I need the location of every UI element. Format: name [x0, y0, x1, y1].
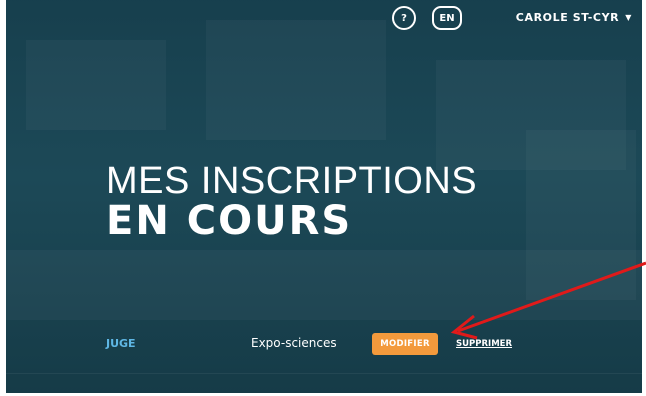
registration-role: JUGE: [106, 337, 136, 350]
help-button[interactable]: ?: [392, 6, 416, 30]
modify-button[interactable]: MODIFIER: [372, 333, 438, 355]
background-shape: [26, 40, 166, 130]
row-divider: [6, 373, 642, 374]
user-menu[interactable]: CAROLE ST-CYR ▼: [516, 11, 632, 24]
user-name: CAROLE ST-CYR: [515, 11, 620, 24]
page-title-line-1: MES INSCRIPTIONS: [106, 160, 478, 202]
page-title-line-2: EN COURS: [106, 198, 353, 244]
language-toggle-button[interactable]: EN: [432, 6, 462, 30]
registration-event: Expo-sciences: [251, 336, 337, 350]
registration-row: JUGE Expo-sciences MODIFIER SUPPRIMER: [6, 330, 642, 358]
caret-down-icon: ▼: [625, 13, 632, 22]
app-frame: ? EN CAROLE ST-CYR ▼ MES INSCRIPTIONS EN…: [6, 0, 642, 393]
top-header: ? EN CAROLE ST-CYR ▼: [6, 6, 642, 32]
language-label: EN: [439, 12, 455, 24]
background-shape: [526, 130, 636, 300]
help-icon: ?: [401, 12, 407, 24]
background-shape: [206, 20, 386, 140]
delete-link[interactable]: SUPPRIMER: [456, 339, 512, 349]
